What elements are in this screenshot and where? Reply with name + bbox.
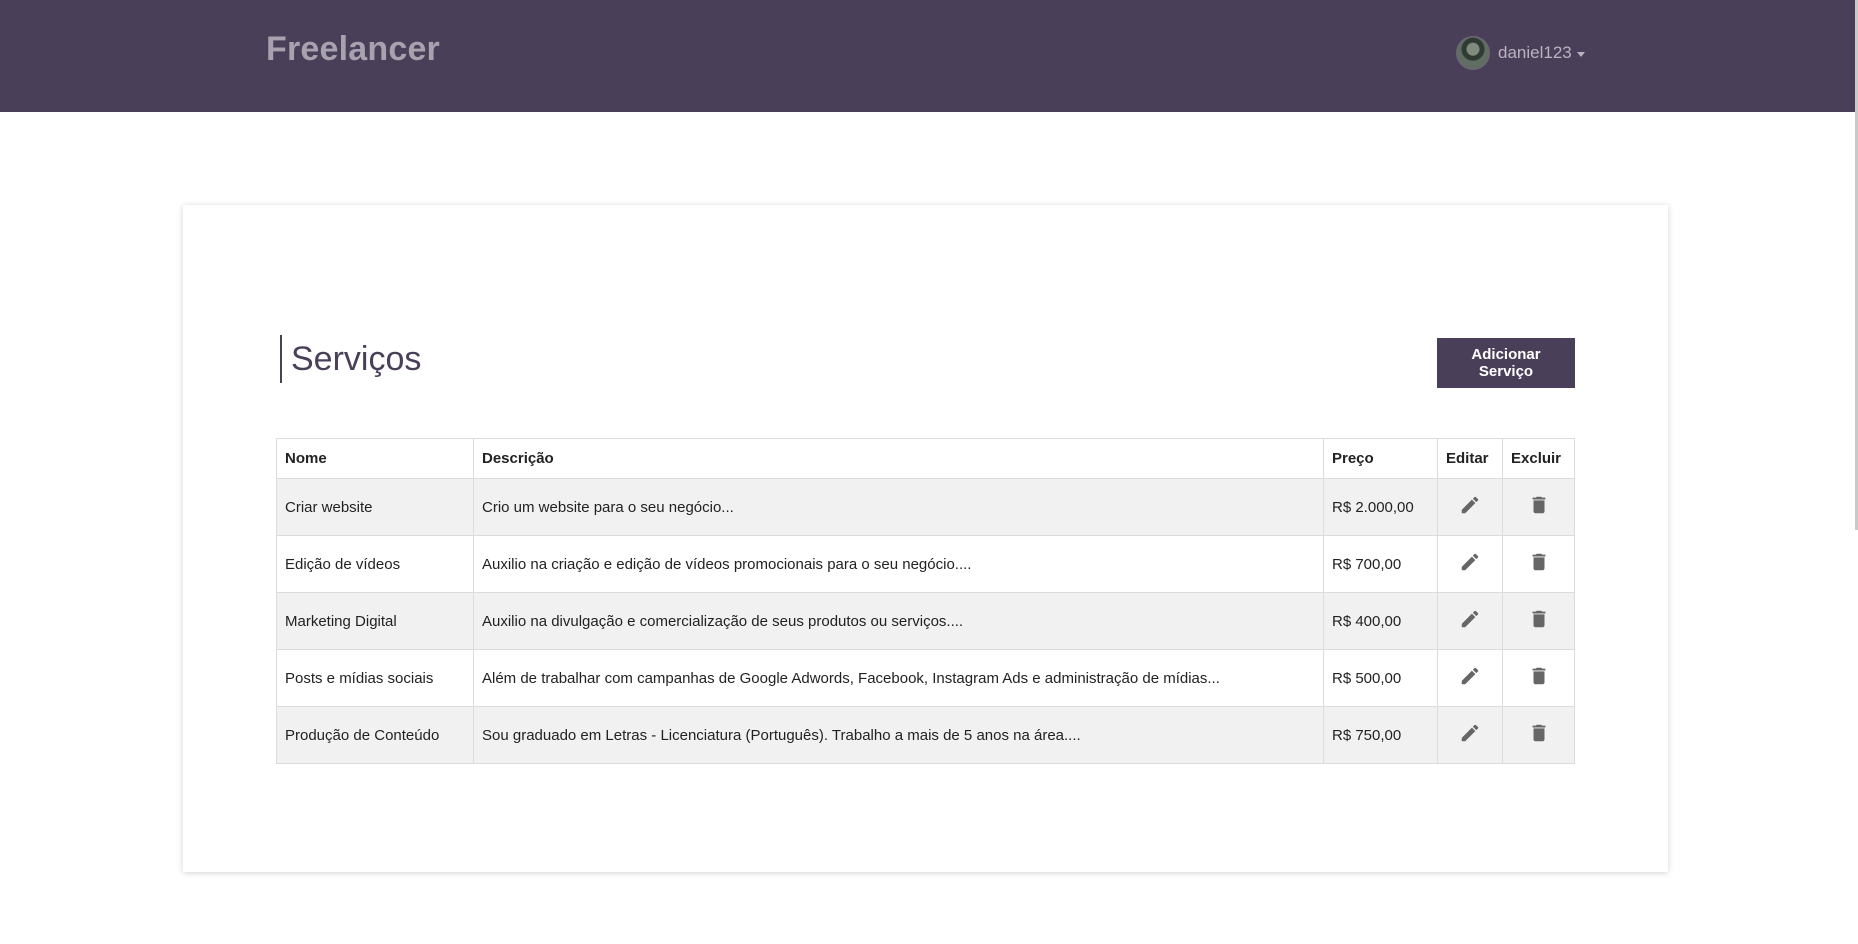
cell-description: Crio um website para o seu negócio... <box>473 478 1324 536</box>
pencil-icon[interactable] <box>1459 608 1481 630</box>
cell-edit <box>1437 535 1503 593</box>
header-description: Descrição <box>473 438 1324 479</box>
header-name: Nome <box>276 438 474 479</box>
cell-delete <box>1502 478 1575 536</box>
cell-name: Posts e mídias sociais <box>276 649 474 707</box>
table-row: Posts e mídias sociais Além de trabalhar… <box>276 649 1575 707</box>
page-title: Serviços <box>280 335 421 383</box>
table-header-row: Nome Descrição Preço Editar Excluir <box>276 438 1575 479</box>
pencil-icon[interactable] <box>1459 551 1481 573</box>
table-row: Produção de Conteúdo Sou graduado em Let… <box>276 706 1575 764</box>
services-table: Nome Descrição Preço Editar Excluir Cria… <box>276 438 1575 764</box>
cell-edit <box>1437 706 1503 764</box>
cell-name: Criar website <box>276 478 474 536</box>
cell-delete <box>1502 706 1575 764</box>
cell-edit <box>1437 478 1503 536</box>
cell-delete <box>1502 592 1575 650</box>
cell-description: Além de trabalhar com campanhas de Googl… <box>473 649 1324 707</box>
cell-edit <box>1437 592 1503 650</box>
cell-delete <box>1502 535 1575 593</box>
pencil-icon[interactable] <box>1459 494 1481 516</box>
services-card: Serviços Adicionar Serviço Nome Descriçã… <box>183 205 1668 872</box>
cell-name: Marketing Digital <box>276 592 474 650</box>
cell-price: R$ 700,00 <box>1323 535 1438 593</box>
cell-price: R$ 750,00 <box>1323 706 1438 764</box>
cell-price: R$ 500,00 <box>1323 649 1438 707</box>
pencil-icon[interactable] <box>1459 665 1481 687</box>
cell-description: Auxilio na divulgação e comercialização … <box>473 592 1324 650</box>
cell-edit <box>1437 649 1503 707</box>
table-row: Edição de vídeos Auxilio na criação e ed… <box>276 535 1575 593</box>
cell-name: Produção de Conteúdo <box>276 706 474 764</box>
cell-delete <box>1502 649 1575 707</box>
cell-price: R$ 400,00 <box>1323 592 1438 650</box>
cell-name: Edição de vídeos <box>276 535 474 593</box>
top-navbar: Freelancer daniel123 <box>0 0 1855 112</box>
cell-description: Auxilio na criação e edição de vídeos pr… <box>473 535 1324 593</box>
user-menu-dropdown[interactable]: daniel123 <box>1456 36 1585 70</box>
trash-icon[interactable] <box>1528 608 1550 630</box>
username-label[interactable]: daniel123 <box>1498 43 1572 63</box>
add-service-button[interactable]: Adicionar Serviço <box>1437 338 1575 388</box>
header-price: Preço <box>1323 438 1438 479</box>
trash-icon[interactable] <box>1528 665 1550 687</box>
trash-icon[interactable] <box>1528 494 1550 516</box>
avatar[interactable] <box>1456 36 1490 70</box>
header-delete: Excluir <box>1502 438 1575 479</box>
pencil-icon[interactable] <box>1459 722 1481 744</box>
caret-down-icon[interactable] <box>1576 51 1585 57</box>
cell-description: Sou graduado em Letras - Licenciatura (P… <box>473 706 1324 764</box>
brand-logo[interactable]: Freelancer <box>266 30 440 69</box>
trash-icon[interactable] <box>1528 722 1550 744</box>
header-edit: Editar <box>1437 438 1503 479</box>
table-row: Marketing Digital Auxilio na divulgação … <box>276 592 1575 650</box>
trash-icon[interactable] <box>1528 551 1550 573</box>
cell-price: R$ 2.000,00 <box>1323 478 1438 536</box>
table-row: Criar website Crio um website para o seu… <box>276 478 1575 536</box>
